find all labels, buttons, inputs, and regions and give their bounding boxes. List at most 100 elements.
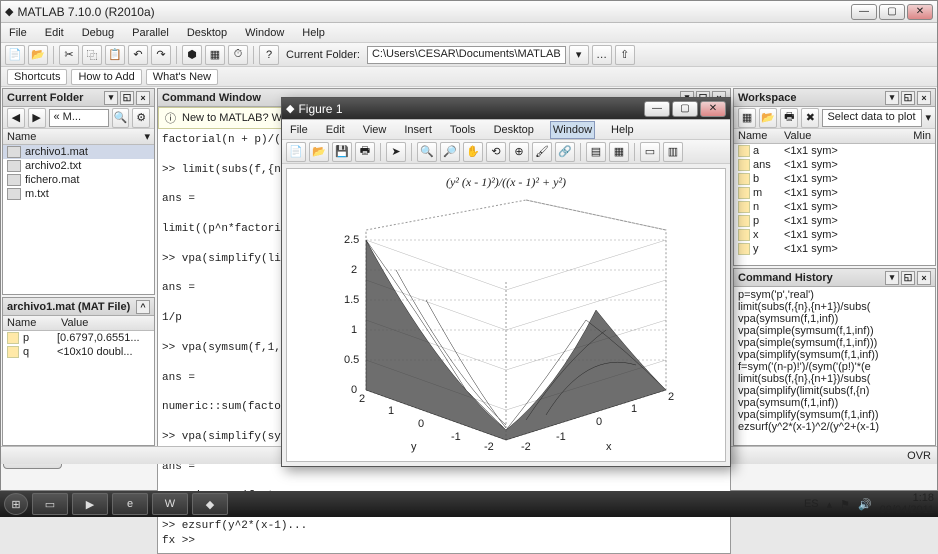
menu-window[interactable]: Window [243, 25, 286, 41]
tray-time[interactable]: 1:18 [913, 492, 934, 504]
fig-save-button[interactable]: 💾 [332, 142, 352, 162]
fig-rotate-button[interactable]: ⟲ [486, 142, 506, 162]
fig-zoomin-button[interactable]: 🔍 [417, 142, 437, 162]
ws-undock-icon[interactable]: ◱ [901, 91, 915, 105]
history-line[interactable]: limit(subs(f,{n},{n+1})/subs( [736, 373, 933, 385]
history-line[interactable]: vpa(simplify(symsum(f,1,inf)) [736, 349, 933, 361]
plot-selector[interactable]: Select data to plot [822, 109, 922, 127]
file-row[interactable]: archivo1.mat [3, 145, 154, 159]
tray-volume-icon[interactable]: 🔊 [858, 498, 872, 511]
history-line[interactable]: vpa(simple(symsum(f,1,inf))) [736, 337, 933, 349]
hist-close-icon[interactable]: × [917, 271, 931, 285]
ws-var-row[interactable]: b<1x1 sym> [734, 172, 935, 186]
start-orb[interactable]: ⊞ [4, 493, 28, 515]
paste-button[interactable]: 📋 [105, 45, 125, 65]
menu-debug[interactable]: Debug [80, 25, 116, 41]
ws-var-row[interactable]: m<1x1 sym> [734, 186, 935, 200]
ws-print-button[interactable]: 🖶 [780, 108, 798, 128]
copy-button[interactable]: ⿻ [82, 45, 102, 65]
history-line[interactable]: vpa(symsum(f,1,inf)) [736, 313, 933, 325]
fig-menu-edit[interactable]: Edit [324, 122, 347, 138]
task-explorer[interactable]: ▭ [32, 493, 68, 515]
fig-menu-insert[interactable]: Insert [402, 122, 434, 138]
fig-menu-desktop[interactable]: Desktop [492, 122, 536, 138]
file-list[interactable]: archivo1.mat archivo2.txt fichero.mat m.… [3, 145, 154, 294]
task-word[interactable]: W [152, 493, 188, 515]
current-folder-path[interactable]: C:\Users\CESAR\Documents\MATLAB [367, 46, 566, 64]
fig-print-button[interactable]: 🖶 [355, 142, 375, 162]
simulink-button[interactable]: ⬢ [182, 45, 202, 65]
history-line[interactable]: vpa(symsum(f,1,inf)) [736, 397, 933, 409]
how-to-add-button[interactable]: How to Add [71, 69, 141, 85]
history-line[interactable]: vpa(simplify(limit(subs(f,{n) [736, 385, 933, 397]
menu-file[interactable]: File [7, 25, 29, 41]
ws-var-row[interactable]: p<1x1 sym> [734, 214, 935, 228]
task-media[interactable]: ▶ [72, 493, 108, 515]
minimize-button[interactable]: — [851, 4, 877, 20]
plot-dropdown-icon[interactable]: ▾ [925, 111, 931, 124]
guide-button[interactable]: ▦ [205, 45, 225, 65]
task-matlab[interactable]: ◆ [192, 493, 228, 515]
shortcuts-button[interactable]: Shortcuts [7, 69, 67, 85]
undo-button[interactable]: ↶ [128, 45, 148, 65]
new-button[interactable]: 📄 [5, 45, 25, 65]
file-list-header[interactable]: Name▾ [3, 129, 154, 145]
hist-undock-icon[interactable]: ◱ [901, 271, 915, 285]
fig-minimize-button[interactable]: — [644, 101, 670, 117]
fig-maximize-button[interactable]: ▢ [672, 101, 698, 117]
fig-menu-tools[interactable]: Tools [448, 122, 478, 138]
folder-dropdown-button[interactable]: ▾ [569, 45, 589, 65]
tray-lang[interactable]: ES [804, 498, 819, 510]
fig-menu-file[interactable]: File [288, 122, 310, 138]
fig-menu-help[interactable]: Help [609, 122, 636, 138]
menu-desktop[interactable]: Desktop [185, 25, 229, 41]
close-button[interactable]: ✕ [907, 4, 933, 20]
folder-search-button[interactable]: 🔍 [112, 108, 130, 128]
maximize-button[interactable]: ▢ [879, 4, 905, 20]
fig-legend-button[interactable]: ▦ [609, 142, 629, 162]
fig-close-button[interactable]: ✕ [700, 101, 726, 117]
tray-up-icon[interactable]: ▴ [827, 498, 833, 511]
fig-brush-button[interactable]: 🖌 [532, 142, 552, 162]
fig-showplot-button[interactable]: ▥ [663, 142, 683, 162]
ws-var-row[interactable]: ans<1x1 sym> [734, 158, 935, 172]
fig-pan-button[interactable]: ✋ [463, 142, 483, 162]
ws-var-row[interactable]: x<1x1 sym> [734, 228, 935, 242]
ws-var-row[interactable]: a<1x1 sym> [734, 144, 935, 158]
redo-button[interactable]: ↷ [151, 45, 171, 65]
file-row[interactable]: fichero.mat [3, 173, 154, 187]
panel-undock-icon[interactable]: ◱ [120, 91, 134, 105]
details-collapse-icon[interactable]: ^ [136, 300, 150, 314]
fig-zoomout-button[interactable]: 🔎 [440, 142, 460, 162]
file-row[interactable]: m.txt [3, 187, 154, 201]
history-line[interactable]: ezsurf(y^2*(x-1)^2/(y^2+(x-1) [736, 421, 933, 433]
tray-flag-icon[interactable]: ⚑ [840, 498, 850, 511]
fig-menu-window[interactable]: Window [550, 121, 595, 139]
folder-gear-button[interactable]: ⚙ [132, 108, 150, 128]
history-line[interactable]: vpa(simple(symsum(f,1,inf)) [736, 325, 933, 337]
history-line[interactable]: vpa(simplify(symsum(f,1,inf)) [736, 409, 933, 421]
ws-menu-icon[interactable]: ▾ [885, 91, 899, 105]
figure-axes[interactable]: (y² (x - 1)²)/((x - 1)² + y²) [286, 168, 726, 462]
fig-hideplot-button[interactable]: ▭ [640, 142, 660, 162]
hist-menu-icon[interactable]: ▾ [885, 271, 899, 285]
menu-help[interactable]: Help [300, 25, 327, 41]
folder-back-button[interactable]: ◀ [7, 108, 25, 128]
file-row[interactable]: archivo2.txt [3, 159, 154, 173]
fig-new-button[interactable]: 📄 [286, 142, 306, 162]
fig-link-button[interactable]: 🔗 [555, 142, 575, 162]
history-line[interactable]: p=sym('p','real') [736, 289, 933, 301]
fig-menu-view[interactable]: View [361, 122, 389, 138]
folder-browse-button[interactable]: … [592, 45, 612, 65]
open-button[interactable]: 📂 [28, 45, 48, 65]
help-button[interactable]: ? [259, 45, 279, 65]
task-ie[interactable]: e [112, 493, 148, 515]
var-row[interactable]: q<10x10 doubl... [3, 345, 154, 359]
folder-fwd-button[interactable]: ▶ [28, 108, 46, 128]
panel-close-icon[interactable]: × [136, 91, 150, 105]
ws-close-icon[interactable]: × [917, 91, 931, 105]
workspace-list[interactable]: a<1x1 sym> ans<1x1 sym> b<1x1 sym> m<1x1… [734, 144, 935, 265]
menu-parallel[interactable]: Parallel [130, 25, 171, 41]
whats-new-button[interactable]: What's New [146, 69, 218, 85]
var-row[interactable]: p[0.6797,0.6551... [3, 331, 154, 345]
